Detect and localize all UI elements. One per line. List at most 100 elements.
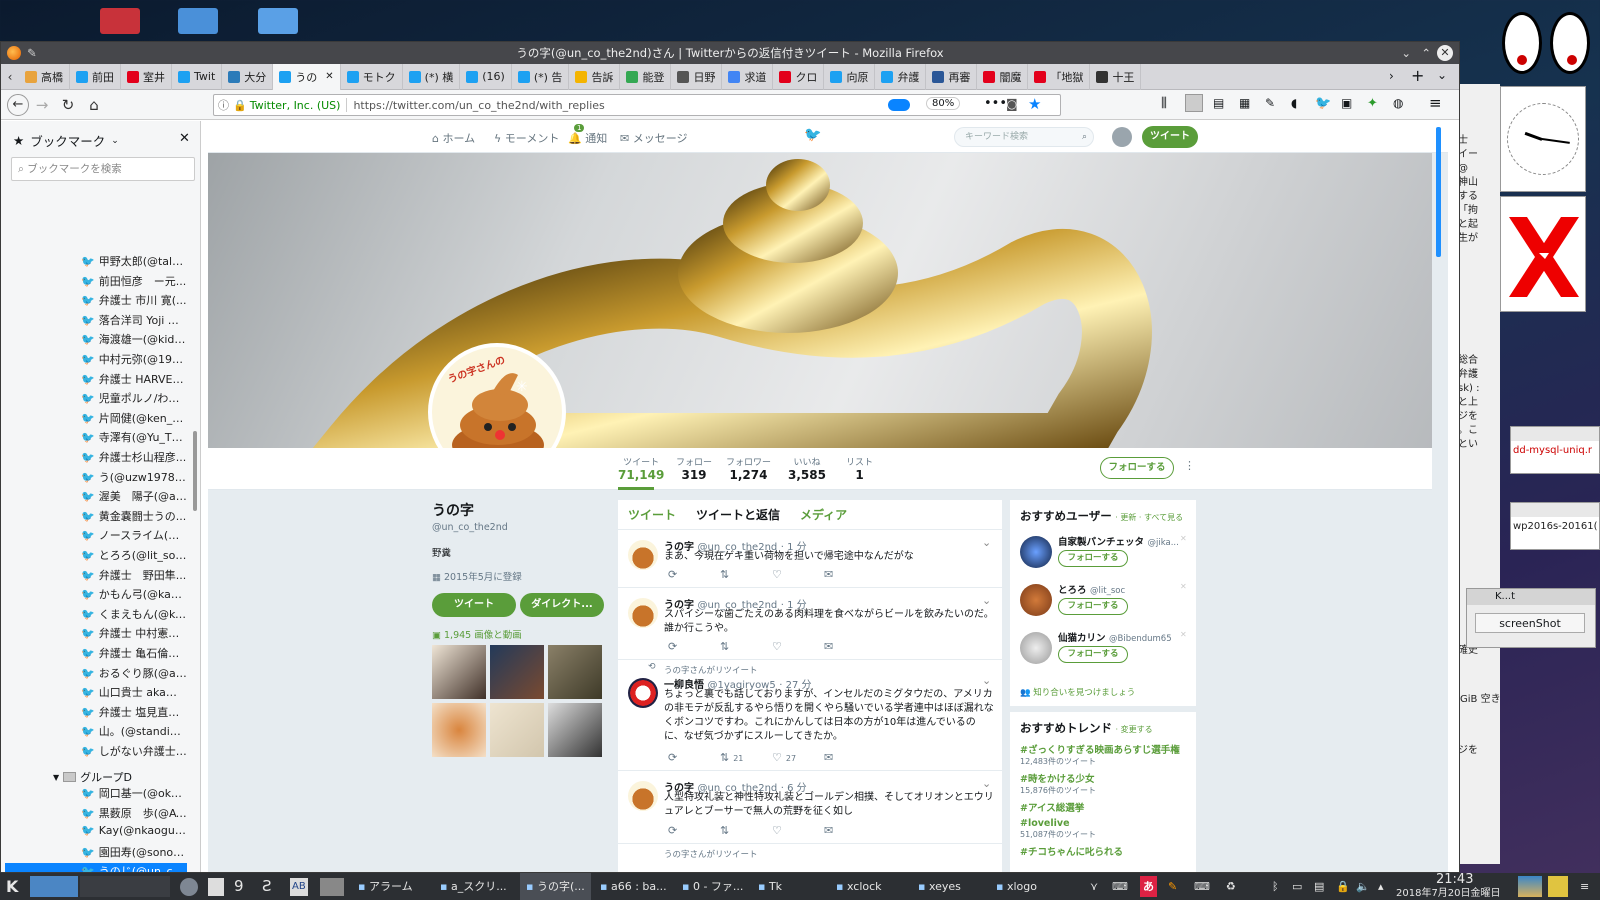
sidebar-toggle-icon[interactable] bbox=[1185, 94, 1203, 112]
bookmark-item[interactable]: 🐦 岡口基一(@okag... bbox=[81, 785, 187, 801]
trend-item[interactable]: #時をかける少女 15,876件のツイート bbox=[1020, 771, 1186, 796]
taskbar-item-xeyes[interactable]: ▪ xeyes bbox=[918, 873, 961, 900]
pen-addon-icon[interactable]: ✎ bbox=[1265, 96, 1275, 110]
grid-addon-icon[interactable]: ▦ bbox=[1239, 96, 1250, 110]
bookmark-item[interactable]: 🐦う(@uzw1978)さ... bbox=[81, 469, 187, 485]
suggested-user-avatar[interactable] bbox=[1020, 584, 1052, 616]
green-addon-icon[interactable]: ✦ bbox=[1367, 96, 1378, 111]
tab-11[interactable]: 能登 bbox=[620, 63, 672, 90]
window-menu-icon[interactable]: ⌄ bbox=[1401, 42, 1411, 64]
retweet-button[interactable]: ⇅ bbox=[720, 824, 733, 837]
retweet-button[interactable]: ⇅ bbox=[720, 640, 733, 653]
tab-8[interactable]: (16) bbox=[460, 63, 512, 90]
desktop-icon-red[interactable] bbox=[100, 8, 140, 34]
taskbar-item-a66ba[interactable]: ▪ a66 : ba... bbox=[600, 873, 667, 900]
tab-9[interactable]: (*) 告 bbox=[512, 63, 570, 90]
taskbar-item-xclock[interactable]: ▪ xclock bbox=[836, 873, 882, 900]
lock-icon[interactable]: 🔒 bbox=[233, 99, 247, 112]
bookmark-item[interactable]: 🐦 黄金嚢闘士うの... bbox=[81, 508, 187, 524]
tray-expand-icon[interactable]: ▴ bbox=[1378, 873, 1384, 900]
tab-tweets-and-replies[interactable]: ツイートと返信 bbox=[696, 506, 780, 523]
trend-tag[interactable]: #時をかける少女 bbox=[1020, 771, 1186, 785]
dm-envelope-icon[interactable]: ✉ bbox=[824, 824, 833, 837]
like-button[interactable]: ♡ bbox=[772, 568, 786, 581]
tab-1[interactable]: 前田 bbox=[70, 63, 121, 90]
pin-icon[interactable]: ✎ bbox=[27, 42, 37, 64]
tray-keyboard2-icon[interactable]: ⌨ bbox=[1194, 873, 1210, 900]
tweet-menu-icon[interactable]: ⌄ bbox=[982, 777, 991, 790]
suggested-follow-button[interactable]: フォローする bbox=[1058, 598, 1128, 615]
stat-3[interactable]: いいね 3,585 bbox=[788, 455, 826, 482]
tab-20[interactable]: 十王 bbox=[1090, 63, 1142, 90]
trend-item[interactable]: #lovelive 51,087件のツイート bbox=[1020, 818, 1186, 840]
nav-home[interactable]: ⌂ ホーム bbox=[432, 130, 475, 146]
like-button[interactable]: ♡ 27 bbox=[772, 751, 796, 764]
follow-button[interactable]: フォローする bbox=[1100, 457, 1174, 479]
tab-6[interactable]: モトク bbox=[341, 63, 403, 90]
tray-volume-icon[interactable]: 🔈 bbox=[1356, 873, 1370, 900]
taskbar-item-[interactable]: ▪ アラーム bbox=[358, 873, 413, 900]
profile-name[interactable]: うの字 bbox=[432, 500, 612, 520]
library-icon[interactable]: ⫼ bbox=[1161, 96, 1167, 111]
launcher-s-icon[interactable]: Ƨ bbox=[262, 873, 272, 900]
profile-handle[interactable]: @un_co_the2nd bbox=[432, 522, 612, 533]
nav-messages[interactable]: ✉ メッセージ bbox=[620, 130, 688, 146]
ime-indicator[interactable]: あ bbox=[1140, 876, 1157, 897]
tweet-compose-button[interactable]: ツイート bbox=[1142, 126, 1198, 148]
dismiss-icon[interactable]: ✕ bbox=[1180, 582, 1187, 591]
reply-icon[interactable]: ⟳ bbox=[668, 568, 677, 581]
tab-scroll-left-icon[interactable]: ‹ bbox=[1, 70, 19, 84]
media-thumb[interactable] bbox=[432, 703, 486, 757]
taskbar-item-a[interactable]: ▪ a_スクリ... bbox=[440, 873, 507, 900]
globe-addon-icon[interactable]: ◍ bbox=[1393, 96, 1403, 110]
close-window-icon[interactable]: ✕ bbox=[1437, 45, 1453, 61]
reader-icon[interactable]: ▤ bbox=[1213, 96, 1224, 110]
bookmark-item[interactable]: 🐦 弁護士 亀石倫子(... bbox=[81, 645, 187, 661]
find-friends-link[interactable]: 👥 知り合いを見つけましょう bbox=[1020, 686, 1135, 698]
trend-tag[interactable]: #ざっくりすぎる映画あらすじ選手権 bbox=[1020, 742, 1186, 756]
screenshot-button[interactable]: screenShot bbox=[1475, 613, 1585, 633]
tab-7[interactable]: (*) 横 bbox=[403, 63, 461, 90]
bookmark-item[interactable]: 🐦くまえもん(@kum... bbox=[81, 606, 187, 622]
dismiss-icon[interactable]: ✕ bbox=[1180, 630, 1187, 639]
extension-toggle-icon[interactable] bbox=[888, 99, 910, 111]
suggested-user-avatar[interactable] bbox=[1020, 632, 1052, 664]
sidebar-title[interactable]: ブックマーク bbox=[30, 131, 105, 150]
reload-icon[interactable]: ↻ bbox=[55, 96, 81, 114]
window-titlebar[interactable]: ✎ うの字(@un_co_the2nd)さん | Twitterからの返信付きツ… bbox=[1, 42, 1459, 64]
stat-4[interactable]: リスト 1 bbox=[846, 455, 873, 482]
bookmark-item[interactable]: 🐦 弁護士 野田隼... bbox=[81, 567, 187, 583]
suggested-user-name[interactable]: 仙猫カリン bbox=[1058, 633, 1106, 644]
bookmark-item[interactable]: 🐦 落合洋司 Yoji Oc... bbox=[81, 312, 187, 328]
bookmark-item[interactable]: 🐦 弁護士 塩見直子(... bbox=[81, 704, 187, 720]
tweet-avatar[interactable] bbox=[628, 678, 658, 708]
desktop-icon-home[interactable] bbox=[178, 8, 218, 34]
url-bar[interactable]: ⓘ 🔒 Twitter, Inc. (US) https://twitter.c… bbox=[213, 94, 1061, 116]
bookmark-item[interactable]: 🐦 山口貴士 aka無... bbox=[81, 684, 187, 700]
tab-15[interactable]: 向原 bbox=[824, 63, 876, 90]
launcher-ab-icon[interactable]: AB bbox=[290, 878, 308, 896]
close-sidebar-icon[interactable]: ✕ bbox=[179, 131, 190, 146]
elephant-addon-icon[interactable]: ◖ bbox=[1291, 96, 1297, 110]
bookmark-item[interactable]: 🐦山。(@standing_... bbox=[81, 723, 187, 739]
tab-18[interactable]: 闇魔 bbox=[977, 63, 1029, 90]
like-button[interactable]: ♡ bbox=[772, 824, 786, 837]
desktop-pager[interactable] bbox=[30, 876, 78, 897]
suggested-user-avatar[interactable] bbox=[1020, 536, 1052, 568]
tray-clipboard-icon[interactable]: ▤ bbox=[1314, 873, 1324, 900]
suggested-user-handle[interactable]: @jika... bbox=[1147, 538, 1178, 548]
bookmark-item[interactable]: 🐦 弁護士 中村憲昭(... bbox=[81, 625, 187, 641]
clipboard-addon-icon[interactable]: ▣ bbox=[1341, 96, 1352, 110]
trend-item[interactable]: #チコちゃんに叱られる bbox=[1020, 844, 1186, 858]
bookmark-item[interactable]: 🐦 甲野太郎(@talo_... bbox=[81, 253, 187, 269]
bookmark-item[interactable]: 🐦 弁護士 HARVEY(... bbox=[81, 371, 187, 387]
bookmark-item[interactable]: 🐦 黒薮原 歩(@AT... bbox=[81, 805, 187, 821]
tab-list-icon[interactable]: ⌄ bbox=[1437, 68, 1447, 82]
page-scrollbar[interactable] bbox=[1436, 127, 1441, 257]
tweet-menu-icon[interactable]: ⌄ bbox=[982, 594, 991, 607]
taskbar-item-0[interactable]: ▪ 0 - ファ... bbox=[682, 873, 743, 900]
retweet-button[interactable]: ⇅ 21 bbox=[720, 751, 743, 764]
profile-dm-button[interactable]: ダイレクト... bbox=[520, 593, 604, 617]
suggested-user-name[interactable]: とろろ bbox=[1058, 585, 1087, 596]
tweet-avatar[interactable] bbox=[628, 781, 658, 811]
